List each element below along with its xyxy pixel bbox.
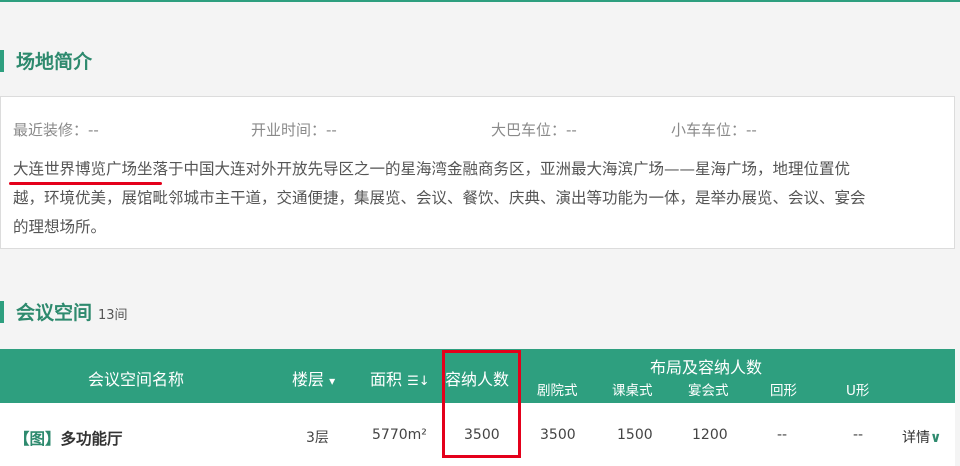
header-banquet: 宴会式 — [688, 383, 729, 399]
room-classroom: 1500 — [617, 427, 653, 443]
room-hollow-square: -- — [777, 427, 788, 443]
header-theater: 剧院式 — [537, 383, 578, 399]
chevron-down-icon: ∨ — [930, 430, 942, 446]
room-u-shape: -- — [853, 427, 864, 443]
description-line: 的理想场所。 — [13, 218, 107, 236]
meta-value: -- — [566, 121, 577, 139]
meta-value: -- — [326, 121, 337, 139]
meeting-title-text: 会议空间 — [16, 302, 93, 324]
meeting-section-title: 会议空间 13间 — [0, 298, 128, 325]
meta-label: 开业时间： — [251, 121, 327, 139]
red-underline-annotation — [9, 182, 162, 185]
meta-label: 大巴车位： — [491, 121, 567, 139]
room-image-link[interactable]: 【图】 — [14, 430, 61, 448]
meta-label: 小车车位： — [671, 121, 747, 139]
meta-value: -- — [746, 121, 757, 139]
title-accent-bar — [0, 300, 4, 323]
sort-list-icon: ☰↓ — [407, 374, 430, 389]
header-area-sort[interactable]: 面积 ☰↓ — [370, 366, 430, 390]
room-detail-toggle[interactable]: 详情∨ — [902, 427, 941, 447]
meta-car-parking: 小车车位：-- — [671, 119, 757, 140]
room-name[interactable]: 多功能厅 — [61, 430, 123, 448]
room-name-cell[interactable]: 【图】多功能厅 — [14, 427, 123, 449]
meta-renovation: 最近装修：-- — [13, 119, 99, 140]
intro-box: 最近装修：-- 开业时间：-- 大巴车位：-- 小车车位：-- 大连世界博览广场… — [0, 96, 955, 249]
intro-section-title: 场地简介 — [0, 47, 92, 74]
description-line: 大连世界博览广场坐落于中国大连对外开放先导区之一的星海湾金融商务区，亚洲最大海滨… — [13, 160, 851, 178]
header-hollow-square: 回形 — [770, 383, 797, 399]
meeting-room-count: 13间 — [98, 308, 128, 323]
meta-label: 最近装修： — [13, 121, 89, 139]
header-classroom: 课桌式 — [612, 383, 653, 399]
intro-title-text: 场地简介 — [16, 51, 93, 73]
top-divider — [0, 0, 960, 2]
venue-description: 大连世界博览广场坐落于中国大连对外开放先导区之一的星海湾金融商务区，亚洲最大海滨… — [13, 155, 941, 242]
room-area: 5770m² — [372, 427, 427, 443]
red-highlight-box — [442, 350, 521, 458]
meta-value: -- — [88, 121, 99, 139]
title-accent-bar — [0, 49, 4, 72]
sort-down-icon: ▾ — [329, 374, 336, 388]
meta-opening: 开业时间：-- — [251, 119, 337, 140]
detail-label: 详情 — [902, 430, 930, 446]
header-floor-label: 楼层 — [292, 370, 325, 389]
header-room-name: 会议空间名称 — [88, 370, 185, 389]
description-line: 越，环境优美，展馆毗邻城市主干道，交通便捷，集展览、会议、餐饮、庆典、演出等功能… — [13, 189, 866, 207]
room-floor: 3层 — [306, 430, 329, 446]
room-theater: 3500 — [540, 427, 576, 443]
header-floor-sort[interactable]: 楼层 ▾ — [292, 366, 335, 390]
header-u-shape: U形 — [846, 383, 870, 399]
header-layout-group: 布局及容纳人数 — [650, 358, 763, 377]
meta-bus-parking: 大巴车位：-- — [491, 119, 577, 140]
room-banquet: 1200 — [692, 427, 728, 443]
header-area-label: 面积 — [370, 370, 403, 389]
